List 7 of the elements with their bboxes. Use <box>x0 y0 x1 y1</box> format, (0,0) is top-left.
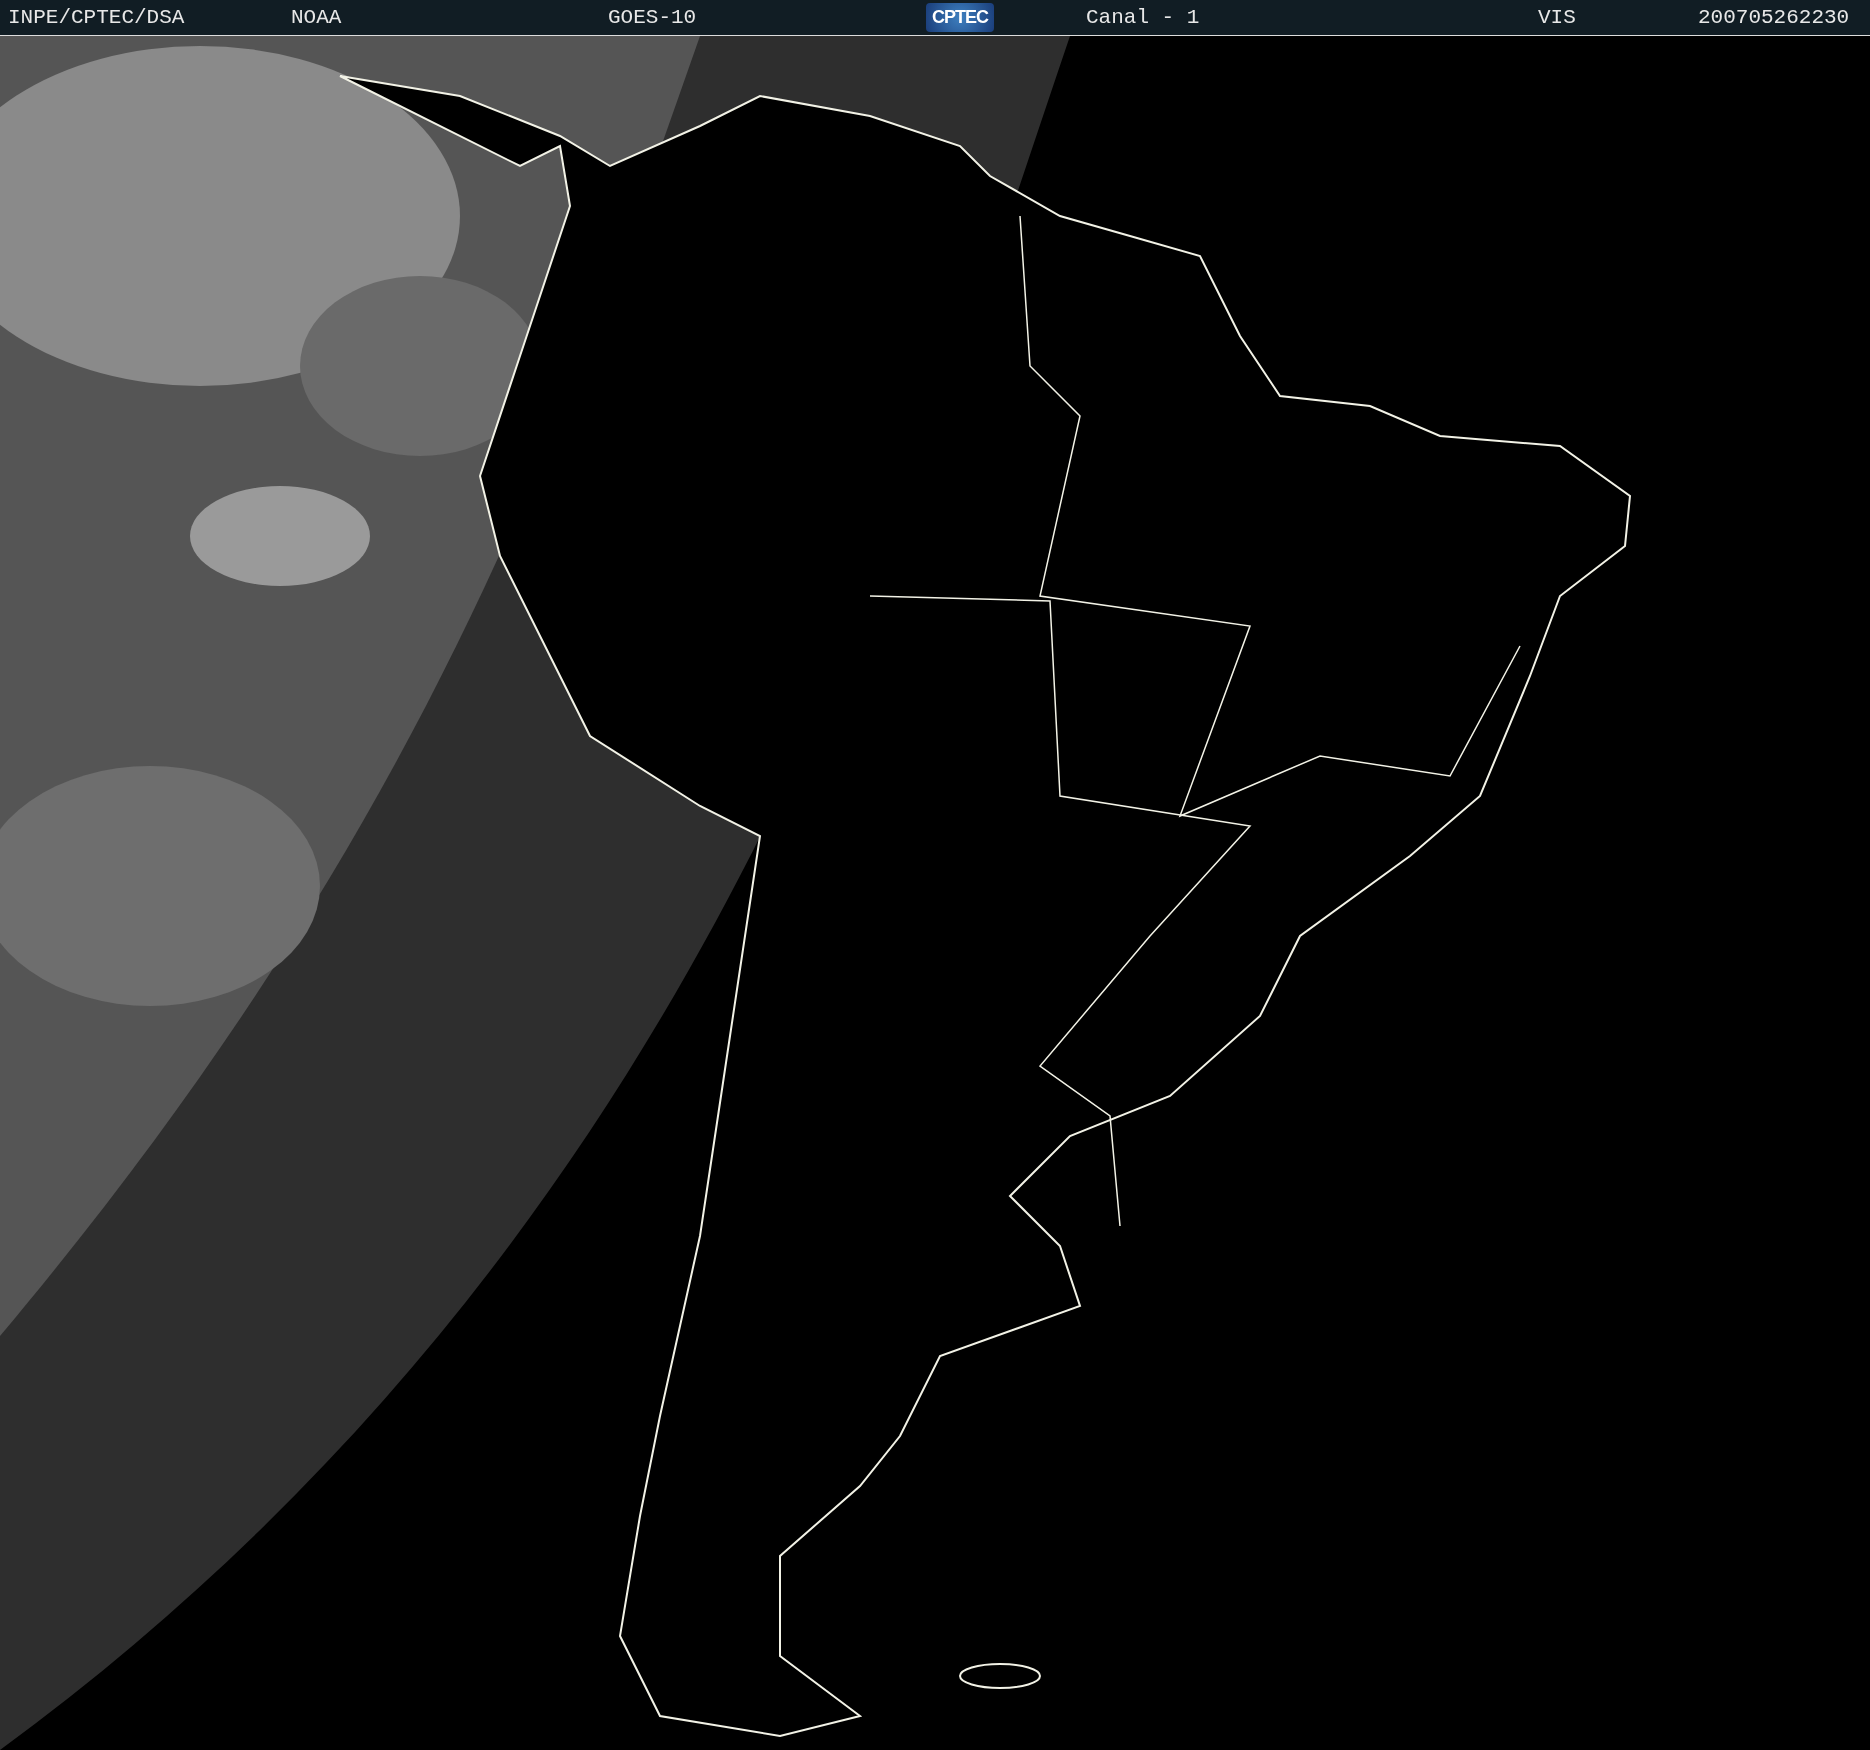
header-label: INPE/CPTEC/DSA <box>8 6 185 29</box>
header-label: Canal - 1 <box>1086 6 1200 29</box>
header-label: GOES-10 <box>608 6 697 29</box>
header-label: NOAA <box>291 6 342 29</box>
header-label: VIS <box>1538 6 1576 29</box>
header-label: 200705262230 <box>1698 6 1850 29</box>
logo: CPTEC <box>926 3 994 32</box>
